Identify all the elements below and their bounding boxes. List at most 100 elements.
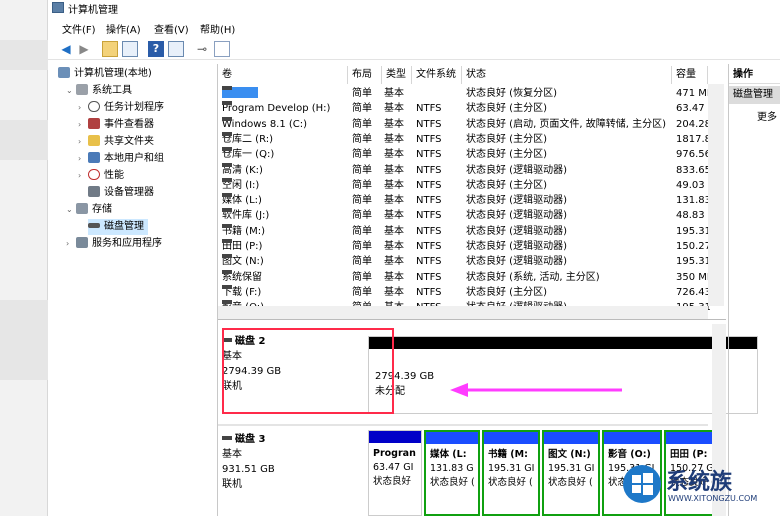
volume-fs: NTFS — [416, 225, 442, 237]
forward-arrow-icon[interactable]: ▶ — [76, 41, 92, 57]
tree-disk-management-label: 磁盘管理 — [104, 221, 144, 232]
up-folder-icon[interactable] — [102, 41, 118, 57]
chevron-down-icon[interactable]: ⌄ — [66, 202, 76, 218]
tree-services[interactable]: › 服务和应用程序 — [66, 236, 162, 252]
actions-more[interactable]: 更多 — [757, 108, 777, 123]
volume-icon — [222, 116, 232, 121]
navigation-tree: 计算机管理(本地) ⌄ 系统工具 › 任务计划程序 › 事件查看器 › 共享文件夹 › 本… — [56, 64, 218, 516]
column-header-type[interactable]: 类型 — [382, 66, 412, 84]
tree-device-manager[interactable]: 设备管理器 — [88, 185, 154, 201]
volume-row[interactable]: 下载 (F:) 简单 基本 NTFS 状态良好 (主分区) 726.43 — [218, 284, 710, 300]
partition-status: 状态良好 ( — [488, 477, 533, 488]
properties-icon[interactable] — [168, 41, 184, 57]
background-block — [0, 300, 48, 380]
tree-shared-folders[interactable]: › 共享文件夹 — [78, 134, 154, 150]
chevron-right-icon[interactable]: › — [78, 100, 88, 116]
volume-row[interactable]: Windows 8.1 (C:) 简单 基本 NTFS 状态良好 (启动, 页面文件, … — [218, 116, 710, 132]
volume-name: 媒体 (L:) — [222, 193, 346, 208]
tree-local-users[interactable]: › 本地用户和组 — [78, 151, 164, 167]
menu-action[interactable]: 操作(A) — [106, 21, 141, 36]
tree-root-label: 计算机管理(本地) — [74, 68, 152, 79]
disk-3-partition[interactable]: 媒体 (L: 131.83 G 状态良好 ( — [424, 430, 480, 516]
volume-layout: 简单 — [352, 271, 372, 283]
column-header-status[interactable]: 状态 — [462, 66, 672, 84]
menu-help[interactable]: 帮助(H) — [200, 21, 235, 36]
disk-3-size: 931.51 GB — [222, 464, 275, 475]
volume-row[interactable]: 软件库 (J:) 简单基本 NTFS 状态良好 (逻辑驱动器) 48.83 C — [218, 208, 710, 223]
column-header-layout[interactable]: 布局 — [348, 66, 382, 84]
chevron-right-icon[interactable]: › — [78, 117, 88, 133]
volume-row[interactable]: 书籍 (M:) 简单 基本 NTFS 状态良好 (逻辑驱动器) 195.31 — [218, 223, 710, 239]
tree-disk-management[interactable]: 磁盘管理 — [88, 219, 148, 235]
tree-event-viewer[interactable]: › 事件查看器 — [78, 117, 154, 133]
volume-type: 基本 — [384, 210, 404, 222]
volume-row[interactable]: 简单 基本 状态良好 (恢复分区) 471 MI — [218, 86, 710, 101]
volume-row[interactable]: 图文 (N:) 简单 基本 NTFS 状态良好 (逻辑驱动器) 195.31 — [218, 254, 710, 269]
chevron-right-icon[interactable]: › — [78, 151, 88, 167]
chevron-down-icon[interactable]: ⌄ — [66, 83, 76, 99]
unallocated-size: 2794.39 GB — [375, 371, 435, 382]
volume-icon — [222, 254, 232, 259]
tree-task-scheduler[interactable]: › 任务计划程序 — [78, 100, 164, 116]
show-hide-tree-icon[interactable] — [122, 41, 138, 57]
volume-row[interactable]: 田田 (P:) 简单 基本 NTFS 状态良好 (逻辑驱动器) 150.27 — [218, 239, 710, 254]
disk-2-unallocated-partition[interactable]: 2794.39 GB 未分配 — [368, 336, 758, 414]
chevron-right-icon[interactable]: › — [78, 168, 88, 184]
disk-3-label[interactable]: 磁盘 3 基本 931.51 GB 联机 — [222, 432, 316, 492]
volume-list-horizontal-scrollbar[interactable] — [218, 306, 708, 319]
menu-bar: 文件(F) 操作(A) 查看(V) 帮助(H) — [48, 18, 780, 36]
volume-fs: NTFS — [416, 164, 442, 176]
volume-capacity: 195.31 — [676, 256, 710, 268]
volume-row[interactable]: 系统保留 简单 基本 NTFS 状态良好 (系统, 活动, 主分区) 350 MI — [218, 269, 710, 285]
volume-fs: NTFS — [416, 241, 442, 252]
volume-row[interactable]: 仓库二 (R:) 简单 基本 NTFS 状态良好 (主分区) 1817.8 — [218, 131, 710, 147]
chevron-right-icon[interactable]: › — [66, 236, 76, 252]
disk-3-partition[interactable]: 图文 (N:) 195.31 GI 状态良好 ( — [542, 430, 600, 516]
actions-disk-management[interactable]: 磁盘管理 — [729, 86, 780, 104]
tree-shared-folders-label: 共享文件夹 — [104, 136, 154, 147]
volume-icon — [222, 239, 232, 243]
column-header-volume[interactable]: 卷 — [218, 66, 348, 84]
title-bar[interactable]: 计算机管理 — [48, 0, 780, 16]
connect-icon[interactable]: ⊸ — [194, 41, 210, 57]
help-icon[interactable]: ? — [148, 41, 164, 57]
tree-storage[interactable]: ⌄ 存储 — [66, 202, 112, 218]
partition-status: 状态良好 ( — [430, 477, 475, 488]
tree-system-tools[interactable]: ⌄ 系统工具 — [66, 83, 132, 99]
back-arrow-icon[interactable]: ◀ — [58, 41, 74, 57]
volume-fs: NTFS — [416, 256, 442, 268]
disk-3-partition[interactable]: Progran 63.47 GI 状态良好 — [368, 430, 422, 516]
disk-3-name: 磁盘 3 — [235, 434, 266, 445]
volume-status: 状态良好 (主分区) — [466, 286, 547, 298]
volume-layout: 简单 — [352, 256, 372, 268]
volume-row[interactable]: 仓库一 (Q:) 简单 基本 NTFS 状态良好 (主分区) 976.56 — [218, 147, 710, 162]
volume-type: 基本 — [384, 256, 404, 268]
volume-type: 基本 — [384, 225, 404, 237]
tree-performance[interactable]: › 性能 — [78, 168, 124, 184]
volume-type: 基本 — [384, 118, 404, 130]
volume-type: 基本 — [384, 195, 404, 207]
volume-status: 状态良好 (主分区) — [466, 179, 547, 191]
menu-file[interactable]: 文件(F) — [62, 21, 96, 36]
tree-root[interactable]: 计算机管理(本地) — [58, 66, 152, 82]
volume-capacity: 63.47 C — [676, 103, 710, 115]
console-icon[interactable] — [214, 41, 230, 57]
volume-layout: 简单 — [352, 118, 372, 130]
volume-row[interactable]: 媒体 (L:) 简单 基本 NTFS 状态良好 (逻辑驱动器) 131.83 — [218, 193, 710, 208]
volume-layout: 简单 — [352, 103, 372, 115]
disk-2-label[interactable]: 磁盘 2 基本 2794.39 GB 联机 — [222, 334, 316, 394]
volume-row[interactable]: 高清 (K:) 简单 基本 NTFS 状态良好 (逻辑驱动器) 833.65 — [218, 162, 710, 178]
menu-view[interactable]: 查看(V) — [154, 21, 189, 36]
column-header-filesystem[interactable]: 文件系统 — [412, 66, 462, 84]
volume-type: 基本 — [384, 103, 404, 115]
device-manager-icon — [88, 186, 100, 197]
volume-row[interactable]: 空闲 (I:) 简单基本 NTFS 状态良好 (主分区) 49.03 C — [218, 177, 710, 193]
volume-row[interactable]: Program Develop (H:) 简单 基本 NTFS 状态良好 (主分区) 63… — [218, 101, 710, 116]
column-header-capacity[interactable]: 容量 — [672, 66, 708, 84]
volume-capacity: 350 MI — [676, 271, 710, 283]
volume-list-vertical-scrollbar[interactable] — [708, 84, 724, 306]
partition-name: 图文 (N:) — [548, 449, 591, 460]
chevron-right-icon[interactable]: › — [78, 134, 88, 150]
disk-3-partition[interactable]: 书籍 (M: 195.31 GI 状态良好 ( — [482, 430, 540, 516]
computer-icon — [58, 67, 70, 78]
